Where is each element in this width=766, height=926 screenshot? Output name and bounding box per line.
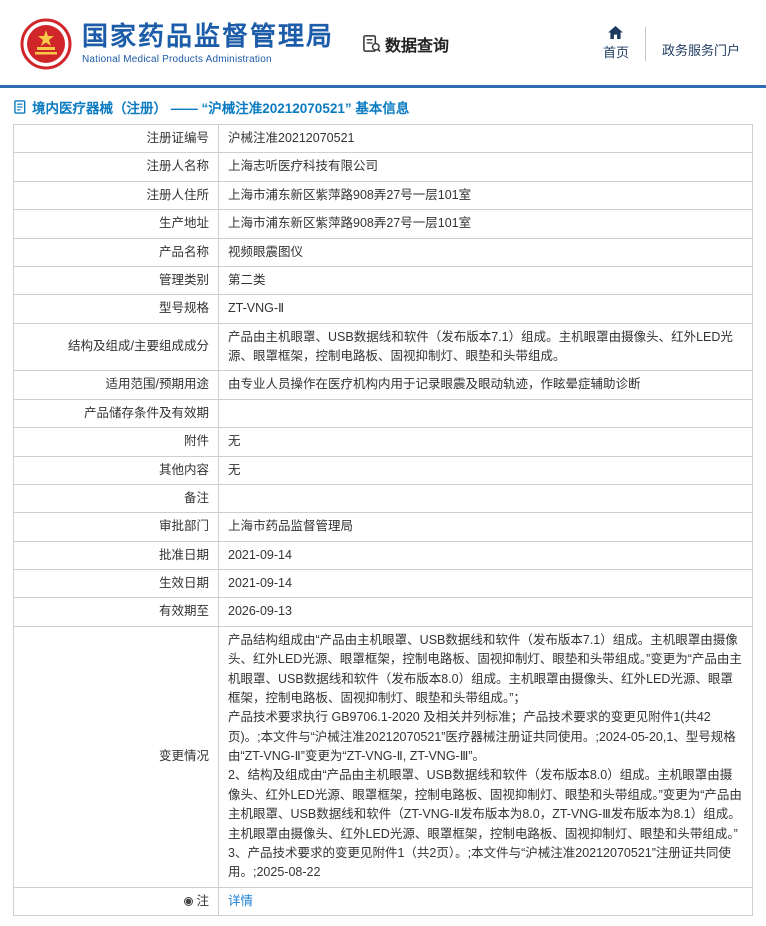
table-row: 注详情	[14, 887, 753, 915]
row-value: 产品结构组成由“产品由主机眼罩、USB数据线和软件（发布版本7.1）组成。主机眼…	[219, 626, 753, 887]
nav-data-query[interactable]: 数据查询	[362, 32, 449, 56]
agency-title-en: National Medical Products Administration	[82, 54, 334, 65]
table-row: 变更情况产品结构组成由“产品由主机眼罩、USB数据线和软件（发布版本7.1）组成…	[14, 626, 753, 887]
detail-link[interactable]: 详情	[228, 894, 253, 908]
table-row: 注册证编号沪械注准20212070521	[14, 125, 753, 153]
table-row: 生产地址上海市浦东新区紫萍路908弄27号一层101室	[14, 210, 753, 238]
breadcrumb: 境内医疗器械（注册） —— “沪械注准20212070521” 基本信息	[0, 88, 766, 124]
table-row: 注册人住所上海市浦东新区紫萍路908弄27号一层101室	[14, 181, 753, 209]
row-value: 由专业人员操作在医疗机构内用于记录眼震及眼动轨迹，作眩晕症辅助诊断	[219, 371, 753, 399]
row-value: 详情	[219, 887, 753, 915]
table-row: 产品名称视频眼震图仪	[14, 238, 753, 266]
table-row: 批准日期2021-09-14	[14, 541, 753, 569]
registration-info-table-wrap: 注册证编号沪械注准20212070521注册人名称上海志听医疗科技有限公司注册人…	[0, 124, 766, 926]
row-value: 2021-09-14	[219, 541, 753, 569]
info-table-body: 注册证编号沪械注准20212070521注册人名称上海志听医疗科技有限公司注册人…	[14, 125, 753, 916]
row-label: 注册人住所	[14, 181, 219, 209]
table-row: 型号规格ZT-VNG-Ⅱ	[14, 295, 753, 323]
nav-home[interactable]: 首页	[587, 26, 645, 61]
table-row: 注册人名称上海志听医疗科技有限公司	[14, 153, 753, 181]
row-label: 注	[14, 887, 219, 915]
site-header: 国家药品监督管理局 National Medical Products Admi…	[0, 0, 766, 85]
row-value: 无	[219, 428, 753, 456]
row-label: 生效日期	[14, 570, 219, 598]
table-row: 其他内容无	[14, 456, 753, 484]
row-label: 结构及组成/主要组成成分	[14, 323, 219, 371]
row-label: 型号规格	[14, 295, 219, 323]
row-value	[219, 399, 753, 427]
data-query-icon	[362, 34, 381, 53]
agency-title-block: 国家药品监督管理局 National Medical Products Admi…	[82, 22, 334, 65]
row-label: 附件	[14, 428, 219, 456]
table-row: 备注	[14, 484, 753, 512]
table-row: 适用范围/预期用途由专业人员操作在医疗机构内用于记录眼震及眼动轨迹，作眩晕症辅助…	[14, 371, 753, 399]
row-value: 视频眼震图仪	[219, 238, 753, 266]
row-value: 沪械注准20212070521	[219, 125, 753, 153]
data-query-label: 数据查询	[385, 32, 449, 56]
header-right-nav: 首页 政务服务门户	[587, 26, 748, 61]
row-value: 第二类	[219, 266, 753, 294]
row-label: 变更情况	[14, 626, 219, 887]
table-row: 管理类别第二类	[14, 266, 753, 294]
nav-portal[interactable]: 政务服务门户	[646, 40, 748, 59]
row-value: 上海志听医疗科技有限公司	[219, 153, 753, 181]
row-value: 2021-09-14	[219, 570, 753, 598]
breadcrumb-text: 境内医疗器械（注册） —— “沪械注准20212070521” 基本信息	[32, 97, 409, 117]
row-label: 批准日期	[14, 541, 219, 569]
row-value: ZT-VNG-Ⅱ	[219, 295, 753, 323]
row-value	[219, 484, 753, 512]
row-label: 其他内容	[14, 456, 219, 484]
row-value: 上海市浦东新区紫萍路908弄27号一层101室	[219, 210, 753, 238]
row-value: 产品由主机眼罩、USB数据线和软件（发布版本7.1）组成。主机眼罩由摄像头、红外…	[219, 323, 753, 371]
registration-info-table: 注册证编号沪械注准20212070521注册人名称上海志听医疗科技有限公司注册人…	[13, 124, 753, 916]
row-label: 生产地址	[14, 210, 219, 238]
row-label: 审批部门	[14, 513, 219, 541]
row-value: 上海市药品监督管理局	[219, 513, 753, 541]
agency-title-cn: 国家药品监督管理局	[82, 22, 334, 52]
note-bullet-icon	[184, 897, 193, 906]
national-emblem-logo	[20, 18, 72, 70]
table-row: 生效日期2021-09-14	[14, 570, 753, 598]
table-row: 有效期至2026-09-13	[14, 598, 753, 626]
document-icon	[14, 100, 27, 114]
row-label: 注册人名称	[14, 153, 219, 181]
row-label: 产品储存条件及有效期	[14, 399, 219, 427]
home-icon	[608, 26, 623, 39]
row-value: 无	[219, 456, 753, 484]
nav-home-label: 首页	[603, 42, 629, 61]
row-value: 上海市浦东新区紫萍路908弄27号一层101室	[219, 181, 753, 209]
table-row: 产品储存条件及有效期	[14, 399, 753, 427]
row-label: 产品名称	[14, 238, 219, 266]
table-row: 审批部门上海市药品监督管理局	[14, 513, 753, 541]
row-label: 注册证编号	[14, 125, 219, 153]
row-value: 2026-09-13	[219, 598, 753, 626]
row-label: 有效期至	[14, 598, 219, 626]
row-label: 备注	[14, 484, 219, 512]
row-label: 管理类别	[14, 266, 219, 294]
table-row: 结构及组成/主要组成成分产品由主机眼罩、USB数据线和软件（发布版本7.1）组成…	[14, 323, 753, 371]
row-label: 适用范围/预期用途	[14, 371, 219, 399]
table-row: 附件无	[14, 428, 753, 456]
